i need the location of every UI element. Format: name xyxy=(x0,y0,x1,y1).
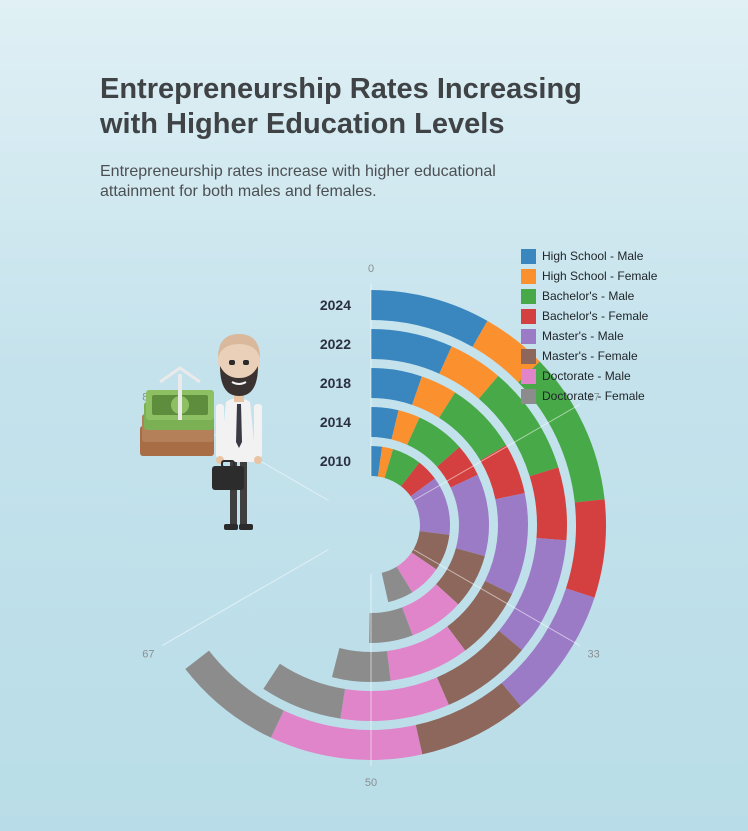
legend-item: Master's - Male xyxy=(521,326,657,346)
legend-swatch xyxy=(521,268,536,284)
category-label: 2014 xyxy=(320,414,351,430)
legend-label: High School - Female xyxy=(542,269,658,283)
chart-legend: High School - Male High School - Female Ba… xyxy=(521,246,657,406)
legend-label: Bachelor's - Male xyxy=(542,289,635,303)
businessman-illustration xyxy=(140,334,262,530)
legend-swatch xyxy=(521,328,536,344)
bar-segment xyxy=(485,493,529,595)
legend-swatch xyxy=(521,388,536,404)
legend-label: Doctorate - Male xyxy=(542,369,631,383)
bar-segment xyxy=(371,329,452,374)
category-label: 2024 xyxy=(320,297,351,313)
legend-item: High School - Female xyxy=(521,266,657,286)
legend-item: Doctorate - Female xyxy=(521,386,657,406)
axis-tick-label: 50 xyxy=(365,777,377,789)
chart-category-labels: 2024 2022 2018 2014 2010 xyxy=(320,297,351,469)
axis-tick-label: 0 xyxy=(368,263,374,275)
legend-item: High School - Male xyxy=(521,246,657,266)
businessman-icon xyxy=(212,334,262,530)
legend-swatch xyxy=(521,348,536,364)
legend-swatch xyxy=(521,248,536,264)
legend-item: Bachelor's - Male xyxy=(521,286,657,306)
legend-item: Bachelor's - Female xyxy=(521,306,657,326)
axis-tick-label: 67 xyxy=(142,649,154,661)
axis-tick-label: 33 xyxy=(587,649,599,661)
legend-item: Doctorate - Male xyxy=(521,366,657,386)
legend-label: Master's - Male xyxy=(542,329,624,343)
legend-swatch xyxy=(521,288,536,304)
bar-segment xyxy=(565,499,607,598)
legend-label: High School - Male xyxy=(542,249,644,263)
legend-label: Doctorate - Female xyxy=(542,389,645,403)
bar-segment xyxy=(185,650,284,738)
legend-label: Bachelor's - Female xyxy=(542,309,649,323)
radial-bar-chart: 01733506783 20242022201820142010 xyxy=(142,263,607,789)
category-label: 2010 xyxy=(320,453,351,469)
legend-label: Master's - Female xyxy=(542,349,638,363)
category-label: 2022 xyxy=(320,336,351,352)
bar-segment xyxy=(450,474,490,557)
cash-stack-icon xyxy=(140,366,214,456)
bar-segment xyxy=(340,677,449,722)
bar-segment xyxy=(529,467,568,541)
legend-swatch xyxy=(521,368,536,384)
bar-segment xyxy=(331,648,391,682)
legend-item: Master's - Female xyxy=(521,346,657,366)
grid-line xyxy=(162,549,329,646)
category-label: 2018 xyxy=(320,375,351,391)
legend-swatch xyxy=(521,308,536,324)
